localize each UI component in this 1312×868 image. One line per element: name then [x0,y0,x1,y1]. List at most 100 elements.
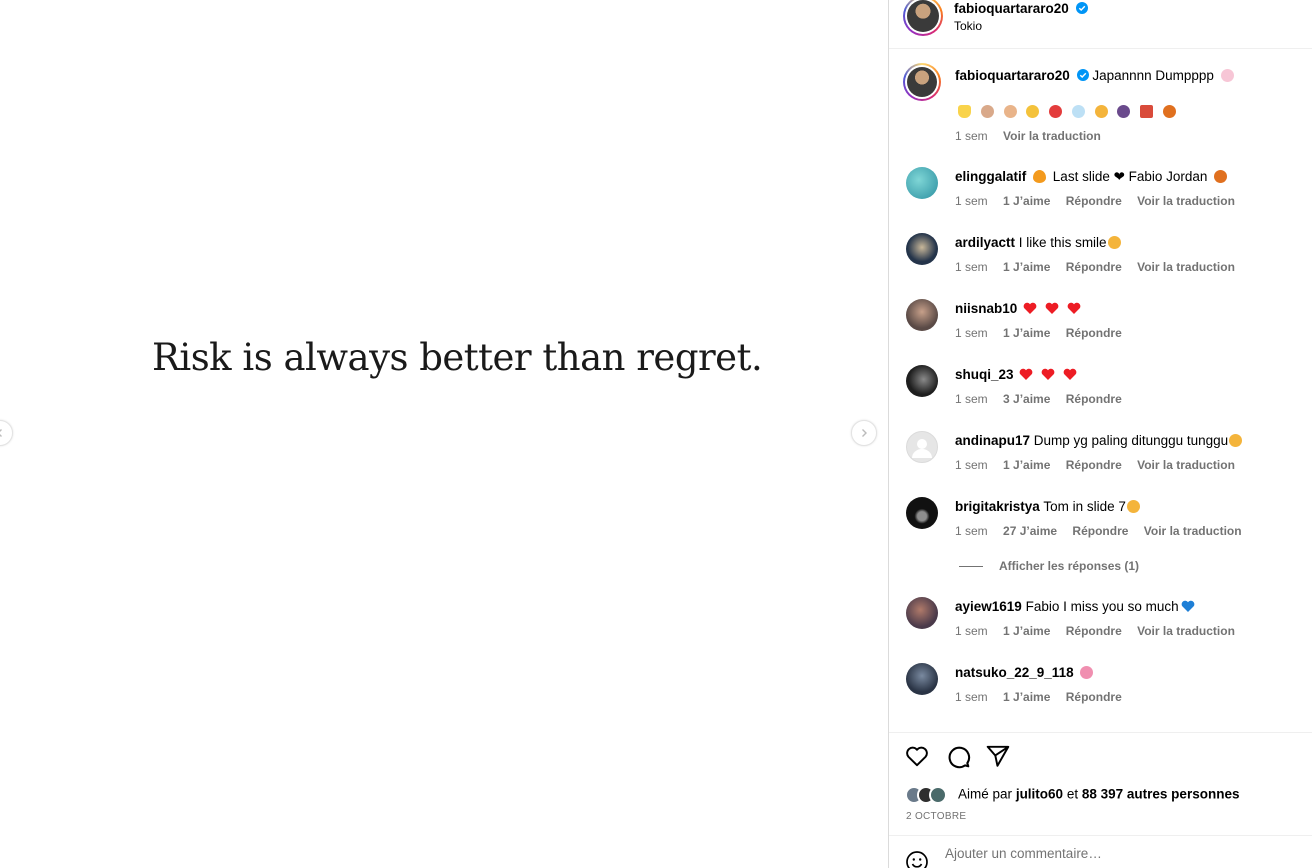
blue-heart-emoji-icon [1181,600,1195,612]
likes-summary: Aimé par julito60 et 88 397 autres perso… [905,786,1239,804]
reply-button[interactable]: Répondre [1072,524,1128,538]
comment-bubble-icon[interactable] [945,743,971,769]
post-actions: Aimé par julito60 et 88 397 autres perso… [889,732,1312,868]
comment-text: Fabio I miss you so much [1025,599,1179,614]
comment-meta: 1 sem 1 J’aime Répondre Voir la traducti… [955,458,1247,472]
post-side-panel: fabioquartararo20 Tokio fabioquartararo2… [888,0,1312,868]
comment-avatar[interactable] [906,167,938,199]
comment-username[interactable]: niisnab10 [955,301,1017,316]
comment-item: brigitakristya Tom in slide 7 [955,499,1143,514]
view-replies-button[interactable]: Afficher les réponses (1) [959,559,1139,573]
author-username[interactable]: fabioquartararo20 [954,1,1069,16]
comment-avatar[interactable] [906,663,938,695]
comment-meta: 1 sem 1 J’aime Répondre [955,690,1134,704]
comment-avatar[interactable] [906,597,938,629]
reply-button[interactable]: Répondre [1066,326,1122,340]
comment-username[interactable]: shuqi_23 [955,367,1014,382]
basketball-emoji-icon [1162,105,1176,118]
comment-avatar[interactable] [906,365,938,397]
comment-likes[interactable]: 1 J’aime [1003,194,1050,208]
comment-item: shuqi_23 [955,367,1079,382]
reply-button[interactable]: Répondre [1066,392,1122,406]
comment-avatar[interactable] [906,299,938,331]
comment-time: 1 sem [955,260,988,274]
caption-time: 1 sem [955,129,988,143]
likes-others-link[interactable]: 88 397 autres personnes [1082,787,1240,802]
heart-emoji-icon [1023,302,1037,314]
comment-meta: 1 sem 3 J’aime Répondre [955,392,1134,406]
comment-likes[interactable]: 3 J’aime [1003,392,1050,406]
view-replies-label: Afficher les réponses (1) [999,559,1140,573]
comment-likes[interactable]: 1 J’aime [1003,624,1050,638]
previous-slide-button[interactable] [0,420,13,446]
post-header: fabioquartararo20 Tokio [889,0,1312,49]
rofl-emoji-icon [1126,500,1140,513]
emoji-picker-icon[interactable] [905,850,929,868]
translate-link[interactable]: Voir la traduction [1144,524,1242,538]
translate-link[interactable]: Voir la traduction [1137,260,1235,274]
comment-username[interactable]: andinapu17 [955,433,1030,448]
comment-meta: 1 sem 1 J’aime Répondre Voir la traducti… [955,624,1247,638]
like-heart-icon[interactable] [904,743,930,769]
likes-prefix: Aimé par [958,786,1013,802]
share-send-icon[interactable] [985,743,1011,769]
translate-link[interactable]: Voir la traduction [1137,458,1235,472]
flag-emoji-icon [1140,105,1154,118]
comment-username[interactable]: brigitakristya [955,499,1040,514]
caption-translate-link[interactable]: Voir la traduction [1003,129,1101,143]
bulb-emoji-icon [958,105,971,118]
translate-link[interactable]: Voir la traduction [1137,624,1235,638]
caption-author-avatar[interactable] [903,63,941,101]
comment-input[interactable] [945,846,1245,861]
comment-avatar[interactable] [906,233,938,265]
comment-item: natsuko_22_9_118 [955,665,1096,680]
author-avatar[interactable] [903,0,943,36]
liker-username[interactable]: julito60 [1016,787,1063,802]
comment-likes[interactable]: 27 J’aime [1003,524,1057,538]
hand-emoji-icon [1003,105,1017,118]
comment-item: elinggalatif Last slide ❤ Fabio Jordan [955,169,1230,185]
smiling-hearts-emoji-icon [1080,666,1094,679]
rofl-emoji-icon [1229,434,1243,447]
comment-item: niisnab10 [955,301,1083,316]
comment-meta: 1 sem 1 J’aime Répondre Voir la traducti… [955,194,1247,208]
fire-emoji-icon [1033,170,1047,183]
comment-item: ayiew1619 Fabio I miss you so much [955,599,1197,614]
caption-username[interactable]: fabioquartararo20 [955,68,1070,83]
reply-button[interactable]: Répondre [1066,194,1122,208]
comment-username[interactable]: elinggalatif [955,169,1026,184]
comment-text: Dump yg paling ditunggu tunggu [1033,433,1229,448]
comment-text: Last slide ❤ Fabio Jordan [1052,169,1208,184]
comment-meta: 1 sem 1 J’aime Répondre [955,326,1134,340]
translate-link[interactable]: Voir la traduction [1137,194,1235,208]
default-avatar-icon[interactable] [906,431,938,463]
reply-button[interactable]: Répondre [1066,458,1122,472]
post-media: Risk is always better than regret. [0,0,888,868]
next-slide-button[interactable] [851,420,877,446]
pin-emoji-icon [1049,105,1063,118]
heart-emoji-icon [1067,302,1080,314]
comment-likes[interactable]: 1 J’aime [1003,260,1050,274]
comment-likes[interactable]: 1 J’aime [1003,690,1050,704]
heart-emoji-icon [1019,368,1033,380]
comment-avatar[interactable] [906,497,938,529]
reply-button[interactable]: Répondre [1066,260,1122,274]
comment-username[interactable]: natsuko_22_9_118 [955,665,1074,680]
media-quote-text: Risk is always better than regret. [152,336,763,379]
liker-avatar[interactable] [929,786,947,804]
laugh-emoji-icon [1094,105,1108,118]
reply-button[interactable]: Répondre [1066,690,1122,704]
post-date[interactable]: 2 OCTOBRE [906,811,966,822]
comment-username[interactable]: ayiew1619 [955,599,1022,614]
comment-time: 1 sem [955,392,988,406]
post-location[interactable]: Tokio [954,19,982,33]
chevron-right-icon [862,429,867,437]
reply-button[interactable]: Répondre [1066,624,1122,638]
chevron-left-icon [0,429,2,437]
comment-likes[interactable]: 1 J’aime [1003,458,1050,472]
comment-username[interactable]: ardilyactt [955,235,1015,250]
emoji-icon [1220,69,1234,82]
heart-emoji-icon [1063,368,1077,380]
comment-likes[interactable]: 1 J’aime [1003,326,1050,340]
comment-time: 1 sem [955,458,988,472]
